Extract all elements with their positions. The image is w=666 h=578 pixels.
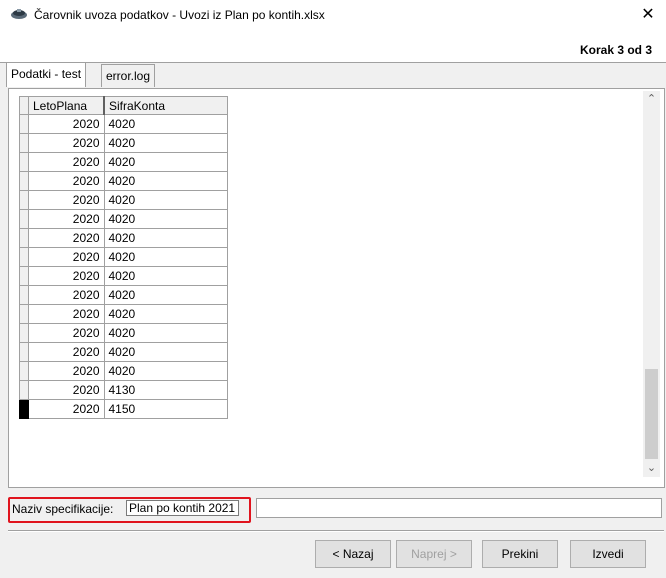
table-row[interactable]: 2020 4020	[19, 190, 228, 210]
cell-sifrakonta[interactable]: 4020	[103, 304, 228, 324]
cell-letoplana[interactable]: 2020	[28, 380, 105, 400]
table-row[interactable]: 2020 4020	[19, 152, 228, 172]
cell-sifrakonta[interactable]: 4020	[103, 266, 228, 286]
cell-letoplana[interactable]: 2020	[28, 152, 105, 172]
cell-sifrakonta[interactable]: 4020	[103, 152, 228, 172]
table-row[interactable]: 2020 4020	[19, 361, 228, 381]
specification-label: Naziv specifikacije:	[12, 502, 114, 516]
wizard-icon	[11, 9, 27, 19]
cell-sifrakonta[interactable]: 4020	[103, 133, 228, 153]
cell-letoplana[interactable]: 2020	[28, 171, 105, 191]
execute-button[interactable]: Izvedi	[570, 540, 646, 568]
row-selector[interactable]	[19, 304, 29, 324]
cell-letoplana[interactable]: 2020	[28, 323, 105, 343]
column-header-letoplana[interactable]: LetoPlana	[28, 96, 105, 115]
row-selector[interactable]	[19, 152, 29, 172]
cancel-button[interactable]: Prekini	[482, 540, 558, 568]
divider	[8, 530, 664, 532]
cell-sifrakonta[interactable]: 4020	[103, 209, 228, 229]
cell-letoplana[interactable]: 2020	[28, 190, 105, 210]
cell-sifrakonta[interactable]: 4130	[103, 380, 228, 400]
row-selector[interactable]	[19, 399, 29, 419]
cell-sifrakonta[interactable]: 4020	[103, 228, 228, 248]
cell-sifrakonta[interactable]: 4020	[103, 247, 228, 267]
row-selector[interactable]	[19, 114, 29, 134]
cell-letoplana[interactable]: 2020	[28, 399, 105, 419]
specification-name-input[interactable]	[126, 500, 239, 516]
cell-letoplana[interactable]: 2020	[28, 133, 105, 153]
table-row[interactable]: 2020 4020	[19, 209, 228, 229]
row-selector[interactable]	[19, 247, 29, 267]
row-selector[interactable]	[19, 285, 29, 305]
back-button[interactable]: < Nazaj	[315, 540, 391, 568]
grid-header-row: LetoPlana SifraKonta	[19, 96, 228, 115]
table-row[interactable]: 2020 4020	[19, 133, 228, 153]
cell-sifrakonta[interactable]: 4020	[103, 171, 228, 191]
row-selector[interactable]	[19, 361, 29, 381]
cell-sifrakonta[interactable]: 4020	[103, 342, 228, 362]
tab-data-test[interactable]: Podatki - test	[6, 62, 87, 87]
table-row[interactable]: 2020 4020	[19, 342, 228, 362]
table-row[interactable]: 2020 4020	[19, 304, 228, 324]
tab-error-log[interactable]: error.log	[101, 64, 156, 87]
row-selector[interactable]	[19, 171, 29, 191]
data-grid: LetoPlana SifraKonta 2020 4020 2020 4020 202…	[19, 96, 228, 419]
cell-letoplana[interactable]: 2020	[28, 114, 105, 134]
table-row[interactable]: 2020 4020	[19, 247, 228, 267]
table-row[interactable]: 2020 4150	[19, 399, 228, 419]
row-selector[interactable]	[19, 228, 29, 248]
table-row[interactable]: 2020 4020	[19, 171, 228, 191]
row-selector[interactable]	[19, 342, 29, 362]
row-selector[interactable]	[19, 209, 29, 229]
row-selector[interactable]	[19, 323, 29, 343]
data-panel: LetoPlana SifraKonta 2020 4020 2020 4020 202…	[8, 88, 665, 488]
specification-row: Naziv specifikacije:	[8, 497, 664, 523]
cell-letoplana[interactable]: 2020	[28, 209, 105, 229]
table-row[interactable]: 2020 4020	[19, 285, 228, 305]
scroll-thumb[interactable]	[645, 369, 658, 459]
row-selector[interactable]	[19, 190, 29, 210]
cell-sifrakonta[interactable]: 4020	[103, 190, 228, 210]
data-grid-area: LetoPlana SifraKonta 2020 4020 2020 4020 202…	[11, 91, 639, 477]
row-selector[interactable]	[19, 266, 29, 286]
step-indicator: Korak 3 od 3	[580, 43, 653, 57]
next-button[interactable]: Naprej >	[396, 540, 472, 568]
row-selector[interactable]	[19, 133, 29, 153]
cell-sifrakonta[interactable]: 4020	[103, 114, 228, 134]
wizard-header: Korak 3 od 3	[0, 30, 666, 63]
cell-letoplana[interactable]: 2020	[28, 342, 105, 362]
table-row[interactable]: 2020 4020	[19, 114, 228, 134]
specification-extra-field[interactable]	[256, 498, 662, 518]
vertical-scrollbar[interactable]: ⌃ ⌄	[643, 91, 660, 477]
window-title: Čarovnik uvoza podatkov - Uvozi iz Plan …	[34, 8, 325, 22]
table-row[interactable]: 2020 4020	[19, 323, 228, 343]
scroll-up-icon[interactable]: ⌃	[643, 91, 660, 108]
scroll-down-icon[interactable]: ⌄	[643, 460, 660, 477]
row-selector-header	[19, 96, 29, 115]
cell-letoplana[interactable]: 2020	[28, 285, 105, 305]
cell-letoplana[interactable]: 2020	[28, 304, 105, 324]
cell-letoplana[interactable]: 2020	[28, 247, 105, 267]
title-bar: Čarovnik uvoza podatkov - Uvozi iz Plan …	[0, 0, 666, 30]
cell-sifrakonta[interactable]: 4150	[103, 399, 228, 419]
cell-letoplana[interactable]: 2020	[28, 361, 105, 381]
cell-letoplana[interactable]: 2020	[28, 228, 105, 248]
row-selector[interactable]	[19, 380, 29, 400]
close-button[interactable]: ✕	[636, 4, 660, 26]
cell-letoplana[interactable]: 2020	[28, 266, 105, 286]
table-row[interactable]: 2020 4020	[19, 228, 228, 248]
table-row[interactable]: 2020 4020	[19, 266, 228, 286]
column-header-sifrakonta[interactable]: SifraKonta	[103, 96, 228, 115]
cell-sifrakonta[interactable]: 4020	[103, 361, 228, 381]
cell-sifrakonta[interactable]: 4020	[103, 285, 228, 305]
cell-sifrakonta[interactable]: 4020	[103, 323, 228, 343]
table-row[interactable]: 2020 4130	[19, 380, 228, 400]
